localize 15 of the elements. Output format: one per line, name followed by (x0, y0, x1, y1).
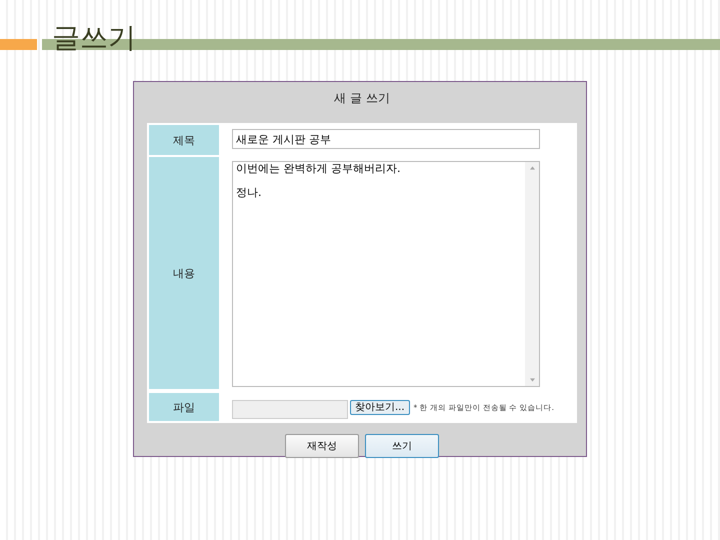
accent-bar (0, 39, 37, 50)
content-field[interactable]: 이번에는 완벽하게 공부해버리자. 정나. (232, 161, 540, 387)
title-field[interactable]: 새로운 게시판 공부 (232, 129, 540, 149)
submit-button[interactable]: 쓰기 (365, 434, 439, 458)
field-label: 제목 (149, 125, 219, 155)
field-label: 내용 (149, 157, 219, 389)
reset-button[interactable]: 재작성 (285, 434, 359, 458)
page-title: 글쓰기 (52, 20, 136, 56)
scroll-down-icon[interactable] (530, 378, 534, 382)
browse-button[interactable]: 찾아보기... (350, 400, 410, 415)
file-path-field[interactable] (232, 400, 348, 419)
field-label: 파일 (149, 393, 219, 421)
scrollbar[interactable] (525, 162, 539, 386)
form-title: 새 글 쓰기 (333, 90, 391, 107)
scroll-up-icon[interactable] (530, 166, 534, 170)
